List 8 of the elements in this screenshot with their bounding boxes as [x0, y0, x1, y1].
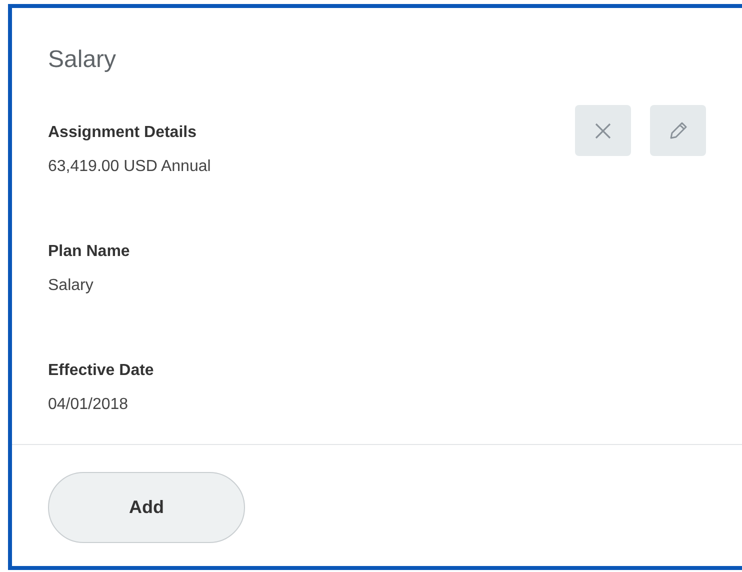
card-title: Salary: [48, 46, 116, 73]
add-button[interactable]: Add: [48, 472, 245, 543]
field-label: Effective Date: [48, 362, 154, 380]
field-label: Plan Name: [48, 243, 130, 261]
field-value: Salary: [48, 277, 94, 295]
field-label: Assignment Details: [48, 124, 196, 142]
field-value: 04/01/2018: [48, 396, 128, 414]
field-value: 63,419.00 USD Annual: [48, 158, 211, 176]
